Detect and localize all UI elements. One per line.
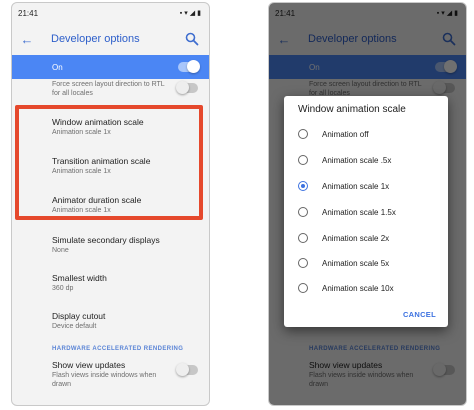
force-rtl-row[interactable]: Force screen layout direction to RTL for… (12, 79, 209, 105)
wifi-icon: ▾ (184, 10, 188, 17)
master-switch-label: On (52, 62, 63, 72)
item-value: Device default (52, 323, 97, 330)
simulate-secondary-displays-row[interactable]: Simulate secondary displays None (12, 222, 209, 260)
option-label: Animation scale 1.5x (322, 207, 396, 217)
status-bar: 21:41 ▪ ▾ ◢ ▮ (12, 3, 209, 23)
smallest-width-row[interactable]: Smallest width 360 dp (12, 260, 209, 298)
show-view-updates-row[interactable]: Show view updates Flash views inside win… (12, 356, 209, 396)
display-cutout-row[interactable]: Display cutout Device default (12, 298, 209, 336)
switch-knob (176, 363, 189, 376)
item-title: Display cutout (52, 311, 106, 321)
dialog-option-scale-2x[interactable]: Animation scale 2x (298, 231, 389, 245)
radio-button-selected[interactable] (298, 181, 308, 191)
item-value: 360 dp (52, 285, 74, 292)
item-title: Simulate secondary displays (52, 235, 160, 245)
dialog-option-scale-0.5x[interactable]: Animation scale .5x (298, 153, 391, 167)
back-arrow-icon[interactable]: ← (15, 32, 39, 47)
option-label: Animation off (322, 129, 369, 139)
item-title: Smallest width (52, 273, 107, 283)
dialog-title: Window animation scale (298, 104, 406, 115)
dialog-option-scale-1.5x[interactable]: Animation scale 1.5x (298, 205, 396, 219)
dialog-option-scale-5x[interactable]: Animation scale 5x (298, 256, 389, 270)
cancel-button[interactable]: CANCEL (403, 310, 436, 319)
phone-screen-animation-dialog: 21:41 ▪ ▾ ◢ ▮ ← Developer options On For… (268, 2, 467, 406)
radio-button[interactable] (298, 233, 308, 243)
highlight-box (15, 105, 203, 220)
show-view-updates-toggle[interactable] (176, 363, 198, 376)
option-label: Animation scale 1x (322, 181, 390, 191)
dialog-option-scale-1x[interactable]: Animation scale 1x (298, 179, 389, 193)
radio-button[interactable] (298, 207, 308, 217)
switch-knob (176, 81, 189, 94)
search-icon[interactable] (185, 32, 199, 46)
app-toolbar: ← Developer options (12, 23, 209, 55)
animation-scale-dialog: Window animation scale Animation off Ani… (284, 96, 448, 327)
page-title: Developer options (51, 33, 140, 45)
switch-knob (187, 60, 200, 73)
master-switch-toggle[interactable] (178, 60, 200, 73)
item-value: None (52, 247, 69, 254)
option-label: Animation scale 10x (322, 283, 394, 293)
radio-button[interactable] (298, 129, 308, 139)
battery-icon: ▮ (197, 10, 201, 17)
status-icons: ▪ ▾ ◢ ▮ (179, 9, 201, 18)
signal-icon: ◢ (189, 10, 196, 17)
master-switch-bar[interactable]: On (12, 55, 209, 79)
dialog-option-animation-off[interactable]: Animation off (298, 127, 369, 141)
status-time: 21:41 (18, 8, 39, 18)
force-rtl-toggle[interactable] (176, 81, 198, 94)
option-label: Animation scale 5x (322, 258, 390, 268)
option-label: Animation scale .5x (322, 155, 392, 165)
option-label: Animation scale 2x (322, 233, 390, 243)
radio-button[interactable] (298, 155, 308, 165)
radio-button[interactable] (298, 258, 308, 268)
radio-button[interactable] (298, 283, 308, 293)
notification-icon: ▪ (179, 9, 183, 17)
dialog-option-scale-10x[interactable]: Animation scale 10x (298, 281, 394, 295)
section-header: HARDWARE ACCELERATED RENDERING (52, 346, 184, 352)
